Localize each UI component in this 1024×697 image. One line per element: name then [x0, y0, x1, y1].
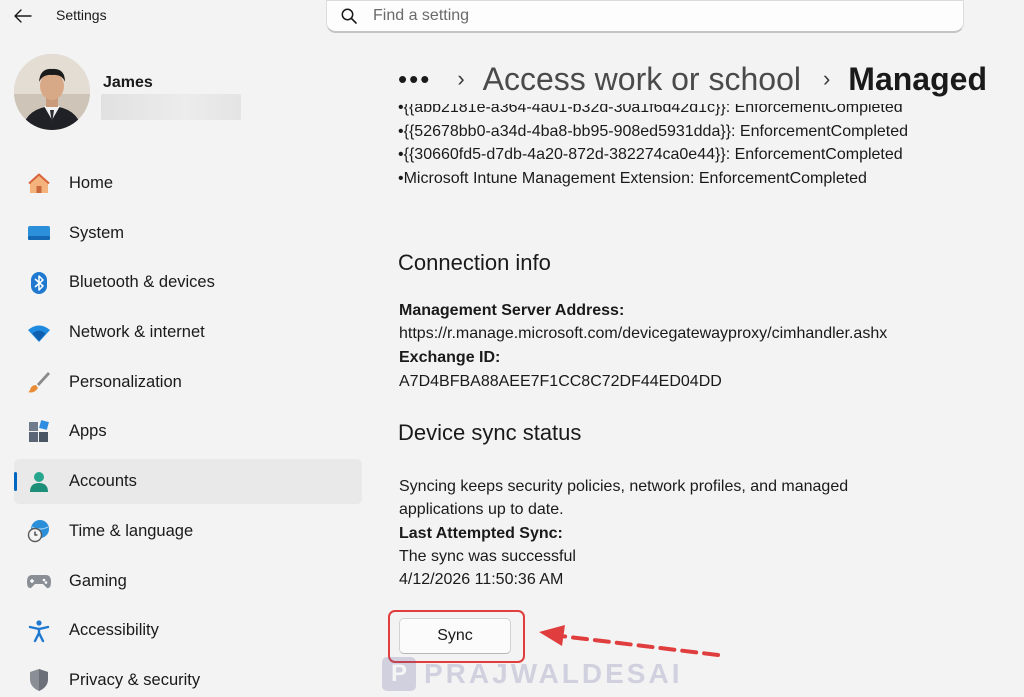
sidebar-item-label: Accounts: [69, 472, 137, 491]
watermark-logo-mark: P: [382, 657, 416, 691]
breadcrumb: ••• › Access work or school › Managed: [398, 54, 987, 104]
system-icon: [26, 220, 52, 246]
bluetooth-icon: [26, 270, 52, 296]
sidebar-item-label: Personalization: [69, 372, 182, 391]
sidebar-item-time-language[interactable]: Time & language: [14, 509, 362, 554]
sync-button[interactable]: Sync: [399, 618, 511, 654]
sidebar-item-home[interactable]: Home: [14, 161, 362, 206]
chevron-right-icon: ›: [822, 66, 831, 91]
sidebar-item-label: System: [69, 223, 125, 242]
sidebar-item-label: Accessibility: [69, 621, 159, 640]
sidebar-item-label: Home: [69, 174, 114, 192]
sidebar-item-label: Apps: [69, 422, 107, 441]
sidebar-item-label: Privacy & security: [69, 670, 201, 689]
sidebar-item-label: Gaming: [69, 571, 127, 590]
policy-status-line: •{{52678bb0-a34d-4ba8-bb95-908ed5931dda}…: [398, 122, 909, 140]
accessibility-icon: [26, 618, 52, 644]
globe-clock-icon: [26, 518, 52, 544]
last-sync-label: Last Attempted Sync:: [399, 525, 563, 542]
user-name: James: [103, 74, 153, 91]
accounts-icon: [26, 469, 52, 495]
home-icon: [26, 171, 52, 197]
server-address-label: Management Server Address:: [399, 302, 625, 319]
search-icon: [341, 7, 359, 25]
breadcrumb-parent-link[interactable]: Access work or school: [483, 61, 801, 98]
sync-timestamp: 4/12/2026 11:50:36 AM: [399, 571, 564, 588]
sidebar-item-bluetooth[interactable]: Bluetooth & devices: [14, 260, 362, 305]
apps-icon: [26, 419, 52, 445]
watermark-text: PRAJWALDESAI: [424, 658, 683, 689]
sidebar-item-accounts[interactable]: Accounts: [14, 459, 362, 505]
shield-icon: [26, 667, 52, 693]
user-profile[interactable]: James: [14, 54, 354, 134]
policy-status-list: •{{abb2181e-a364-4a01-b32d-30a1f6d42d1c}…: [398, 104, 908, 190]
search-input[interactable]: [373, 7, 963, 25]
page-title: Managed: [848, 60, 987, 97]
policy-status-line: •{{abb2181e-a364-4a01-b32d-30a1f6d42d1c}…: [398, 104, 903, 116]
sidebar-item-apps[interactable]: Apps: [14, 409, 362, 454]
breadcrumb-more-button[interactable]: •••: [398, 66, 431, 92]
sidebar-nav: Home System Bluetooth & devices Network …: [14, 161, 362, 697]
sync-description: Syncing keeps security policies, network…: [399, 478, 849, 518]
sidebar-item-network[interactable]: Network & internet: [14, 310, 362, 355]
search-box[interactable]: [326, 0, 964, 33]
server-address-value: https://r.manage.microsoft.com/devicegat…: [399, 325, 888, 342]
sidebar-item-personalization[interactable]: Personalization: [14, 360, 362, 405]
main-content[interactable]: •{{abb2181e-a364-4a01-b32d-30a1f6d42d1c}…: [378, 104, 1024, 697]
app-title: Settings: [56, 7, 107, 23]
sidebar-item-label: Bluetooth & devices: [69, 273, 215, 292]
sidebar-item-label: Network & internet: [69, 323, 205, 342]
back-button[interactable]: [8, 2, 38, 30]
avatar: [14, 54, 90, 130]
chevron-right-icon: ›: [457, 66, 465, 91]
title-bar: Settings: [0, 0, 1024, 36]
gamepad-icon: [26, 568, 52, 594]
exchange-id-label: Exchange ID:: [399, 349, 501, 366]
policy-status-line: •{{30660fd5-d7db-4a20-872d-382274ca0e44}…: [398, 146, 903, 163]
exchange-id-value: A7D4BFBA88AEE7F1CC8C72DF44ED04DD: [399, 373, 722, 390]
sidebar-item-system[interactable]: System: [14, 211, 362, 256]
watermark-logo: P PRAJWALDESAI: [382, 654, 682, 694]
sidebar-item-privacy-security[interactable]: Privacy & security: [14, 658, 362, 697]
sidebar-item-gaming[interactable]: Gaming: [14, 559, 362, 604]
sidebar-item-accessibility[interactable]: Accessibility: [14, 608, 362, 653]
connection-info-heading: Connection info: [398, 250, 551, 275]
sync-result: The sync was successful: [399, 548, 576, 565]
policy-status-line: •Microsoft Intune Management Extension: …: [398, 169, 867, 187]
sidebar-item-label: Time & language: [69, 521, 194, 540]
brush-icon: [26, 369, 52, 395]
wifi-icon: [26, 320, 52, 346]
device-sync-heading: Device sync status: [398, 420, 582, 445]
redacted-email: [101, 94, 241, 120]
back-arrow-icon: [14, 9, 32, 23]
